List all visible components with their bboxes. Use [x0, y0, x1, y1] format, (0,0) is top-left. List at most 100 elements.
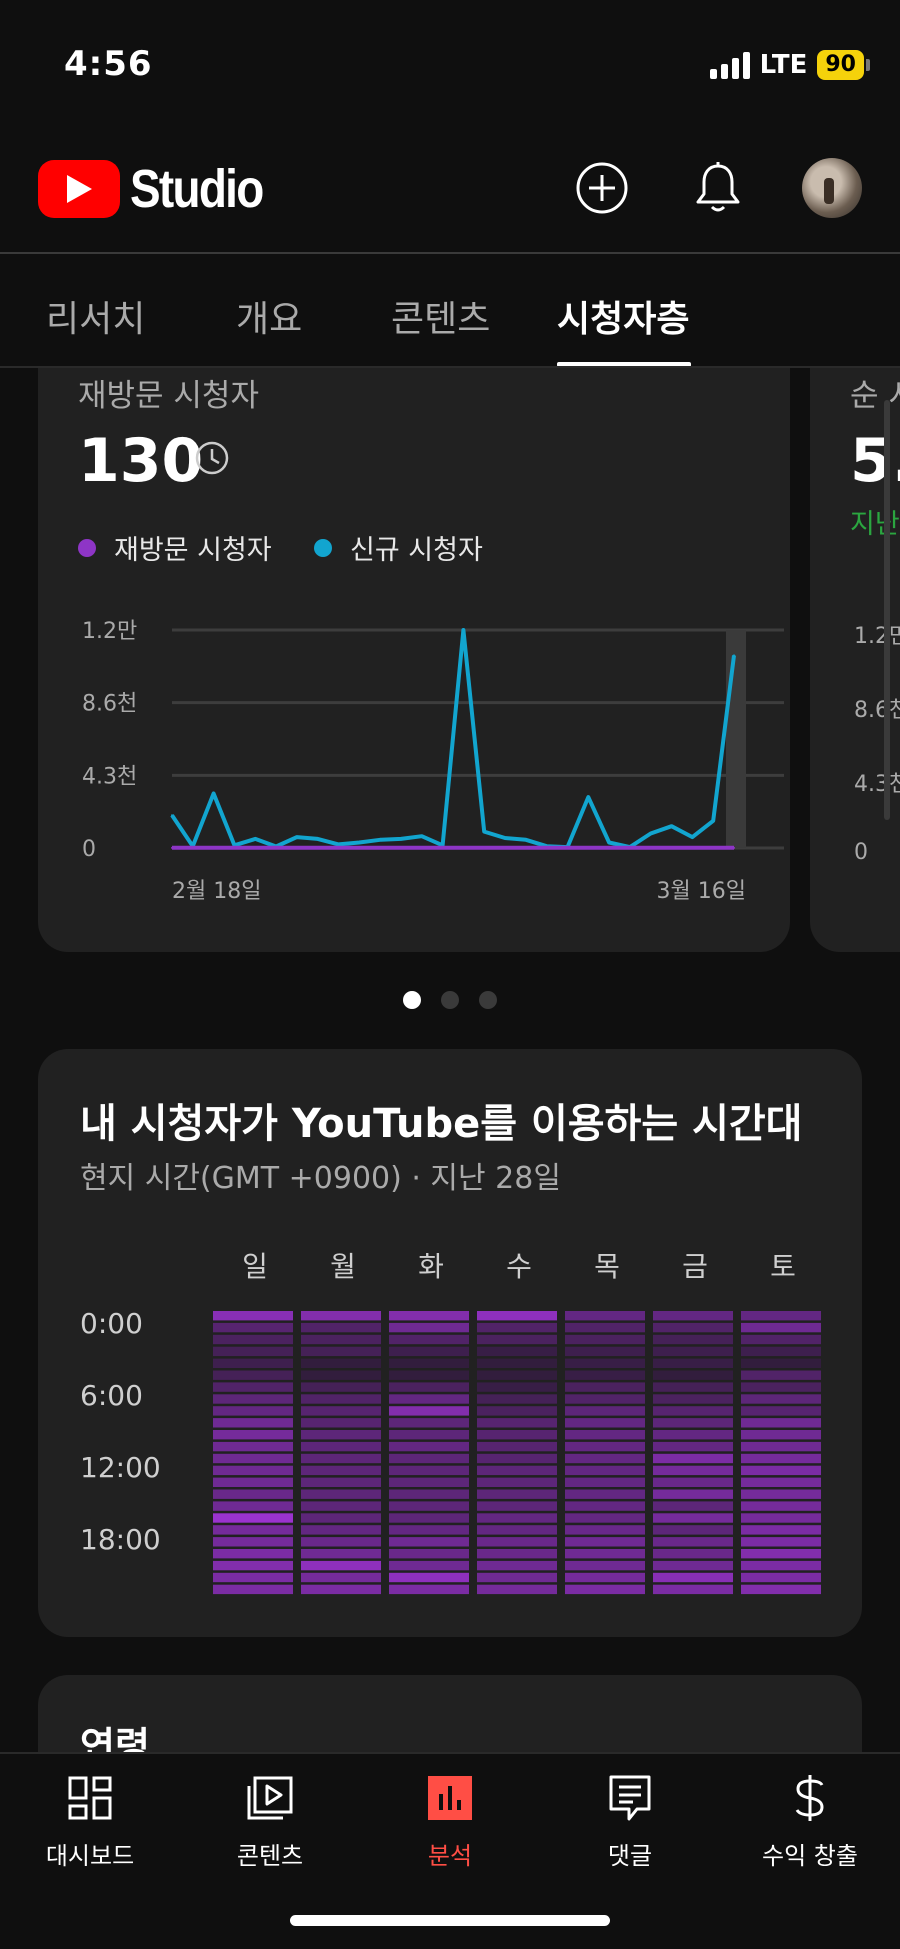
data-point — [524, 846, 527, 849]
heatmap-cell — [389, 1453, 469, 1464]
analytics-icon — [422, 1770, 478, 1826]
tab-research[interactable]: 리서치 — [46, 290, 145, 342]
heatmap-cell — [477, 1382, 557, 1392]
heatmap-cell — [653, 1382, 733, 1392]
notifications-button[interactable] — [688, 158, 748, 218]
data-point — [649, 832, 652, 835]
heatmap-cell — [389, 1406, 469, 1416]
pager-dot[interactable] — [479, 991, 497, 1009]
heatmap-cell — [389, 1513, 469, 1523]
brand-name: Studio — [130, 159, 264, 219]
battery-icon: 90 — [817, 50, 870, 80]
heatmap-cell — [741, 1334, 821, 1345]
tab-audience[interactable]: 시청자층 — [557, 290, 689, 342]
heatmap-cell — [565, 1322, 645, 1333]
pager-dot[interactable] — [441, 991, 459, 1009]
data-point — [379, 846, 382, 849]
heatmap-cell — [301, 1465, 381, 1476]
card-title: 순 시 — [850, 378, 900, 414]
heatmap-cell — [565, 1441, 645, 1452]
data-point — [566, 846, 569, 849]
heatmap-cell — [213, 1560, 293, 1571]
activity-heatmap[interactable] — [38, 1049, 862, 1637]
data-point — [191, 846, 194, 849]
heatmap-cell — [213, 1513, 293, 1523]
heatmap-cell — [477, 1477, 557, 1487]
viewers-line-chart[interactable]: 1.2만 8.6천 4.3천 0 2월 18일 3월 16일 — [38, 330, 790, 952]
nav-label: 콘텐츠 — [236, 1842, 304, 1870]
data-point — [171, 814, 173, 817]
nav-earn[interactable]: 수익 창출 — [720, 1770, 900, 1871]
heatmap-cell — [213, 1418, 293, 1428]
heatmap-cell — [653, 1525, 733, 1535]
data-point — [399, 846, 402, 849]
heatmap-cell — [213, 1441, 293, 1452]
unique-viewers-card[interactable]: 순 시 5. 지난 1.2만 8.6천 4.3천 0 — [810, 330, 900, 952]
nav-dashboard[interactable]: 대시보드 — [0, 1770, 180, 1871]
heatmap-cell — [741, 1584, 821, 1595]
create-button[interactable] — [572, 158, 632, 218]
heatmap-cell — [477, 1418, 557, 1428]
heatmap-cell — [389, 1322, 469, 1333]
heatmap-cell — [389, 1311, 469, 1321]
data-point — [171, 846, 173, 849]
bell-icon — [696, 162, 740, 212]
data-point — [462, 846, 465, 849]
heatmap-cell — [653, 1501, 733, 1511]
nav-content[interactable]: 콘텐츠 — [180, 1770, 360, 1871]
nav-label: 분석 — [427, 1842, 473, 1870]
heatmap-cell — [477, 1358, 557, 1368]
data-point — [316, 837, 319, 840]
heatmap-cell — [477, 1322, 557, 1333]
heatmap-cell — [477, 1584, 557, 1595]
heatmap-cell — [213, 1406, 293, 1416]
account-avatar[interactable] — [802, 158, 862, 218]
data-point — [649, 846, 652, 849]
network-type: LTE — [759, 50, 808, 80]
x-tick-label: 2월 18일 — [172, 879, 261, 904]
heatmap-cell — [565, 1430, 645, 1440]
nav-analytics[interactable]: 분석 — [360, 1770, 540, 1871]
heatmap-cell — [477, 1549, 557, 1559]
data-point — [712, 819, 715, 822]
heatmap-cell — [301, 1549, 381, 1559]
heatmap-cell — [301, 1584, 381, 1595]
heatmap-cell — [741, 1430, 821, 1440]
heatmap-cell — [653, 1418, 733, 1428]
home-indicator — [290, 1915, 610, 1926]
data-point — [337, 846, 340, 849]
heatmap-cell — [213, 1322, 293, 1333]
tab-overview[interactable]: 개요 — [236, 290, 302, 342]
heatmap-cell — [653, 1537, 733, 1547]
heatmap-cell — [741, 1489, 821, 1499]
nav-comments[interactable]: 댓글 — [540, 1770, 720, 1871]
data-point — [295, 836, 298, 839]
heatmap-cell — [565, 1394, 645, 1404]
data-point — [483, 846, 486, 849]
data-point — [420, 846, 423, 849]
carousel-pager — [403, 991, 497, 1009]
heatmap-cell — [653, 1489, 733, 1499]
data-point — [233, 846, 236, 849]
returning-viewers-card[interactable]: 재방문 시청자 130 재방문 시청자 신규 시청자 1.2만 8.6천 4.3천 0… — [38, 330, 790, 952]
data-point — [254, 846, 257, 849]
heatmap-cell — [213, 1358, 293, 1368]
data-point — [524, 838, 527, 841]
heatmap-cell — [565, 1418, 645, 1428]
heatmap-cell — [213, 1489, 293, 1499]
heatmap-cell — [301, 1382, 381, 1392]
heatmap-cell — [389, 1382, 469, 1392]
heatmap-cell — [213, 1370, 293, 1380]
data-point — [712, 846, 715, 849]
y-tick-label: 0 — [854, 840, 868, 865]
heatmap-cell — [301, 1513, 381, 1523]
heatmap-cell — [477, 1453, 557, 1464]
data-point — [399, 837, 402, 840]
x-tick-label: 3월 16일 — [657, 879, 746, 904]
heatmap-cell — [301, 1477, 381, 1487]
heatmap-cell — [477, 1370, 557, 1380]
heatmap-cell — [301, 1572, 381, 1583]
heatmap-cell — [213, 1334, 293, 1345]
pager-dot-active[interactable] — [403, 991, 421, 1009]
tab-content[interactable]: 콘텐츠 — [391, 290, 490, 342]
